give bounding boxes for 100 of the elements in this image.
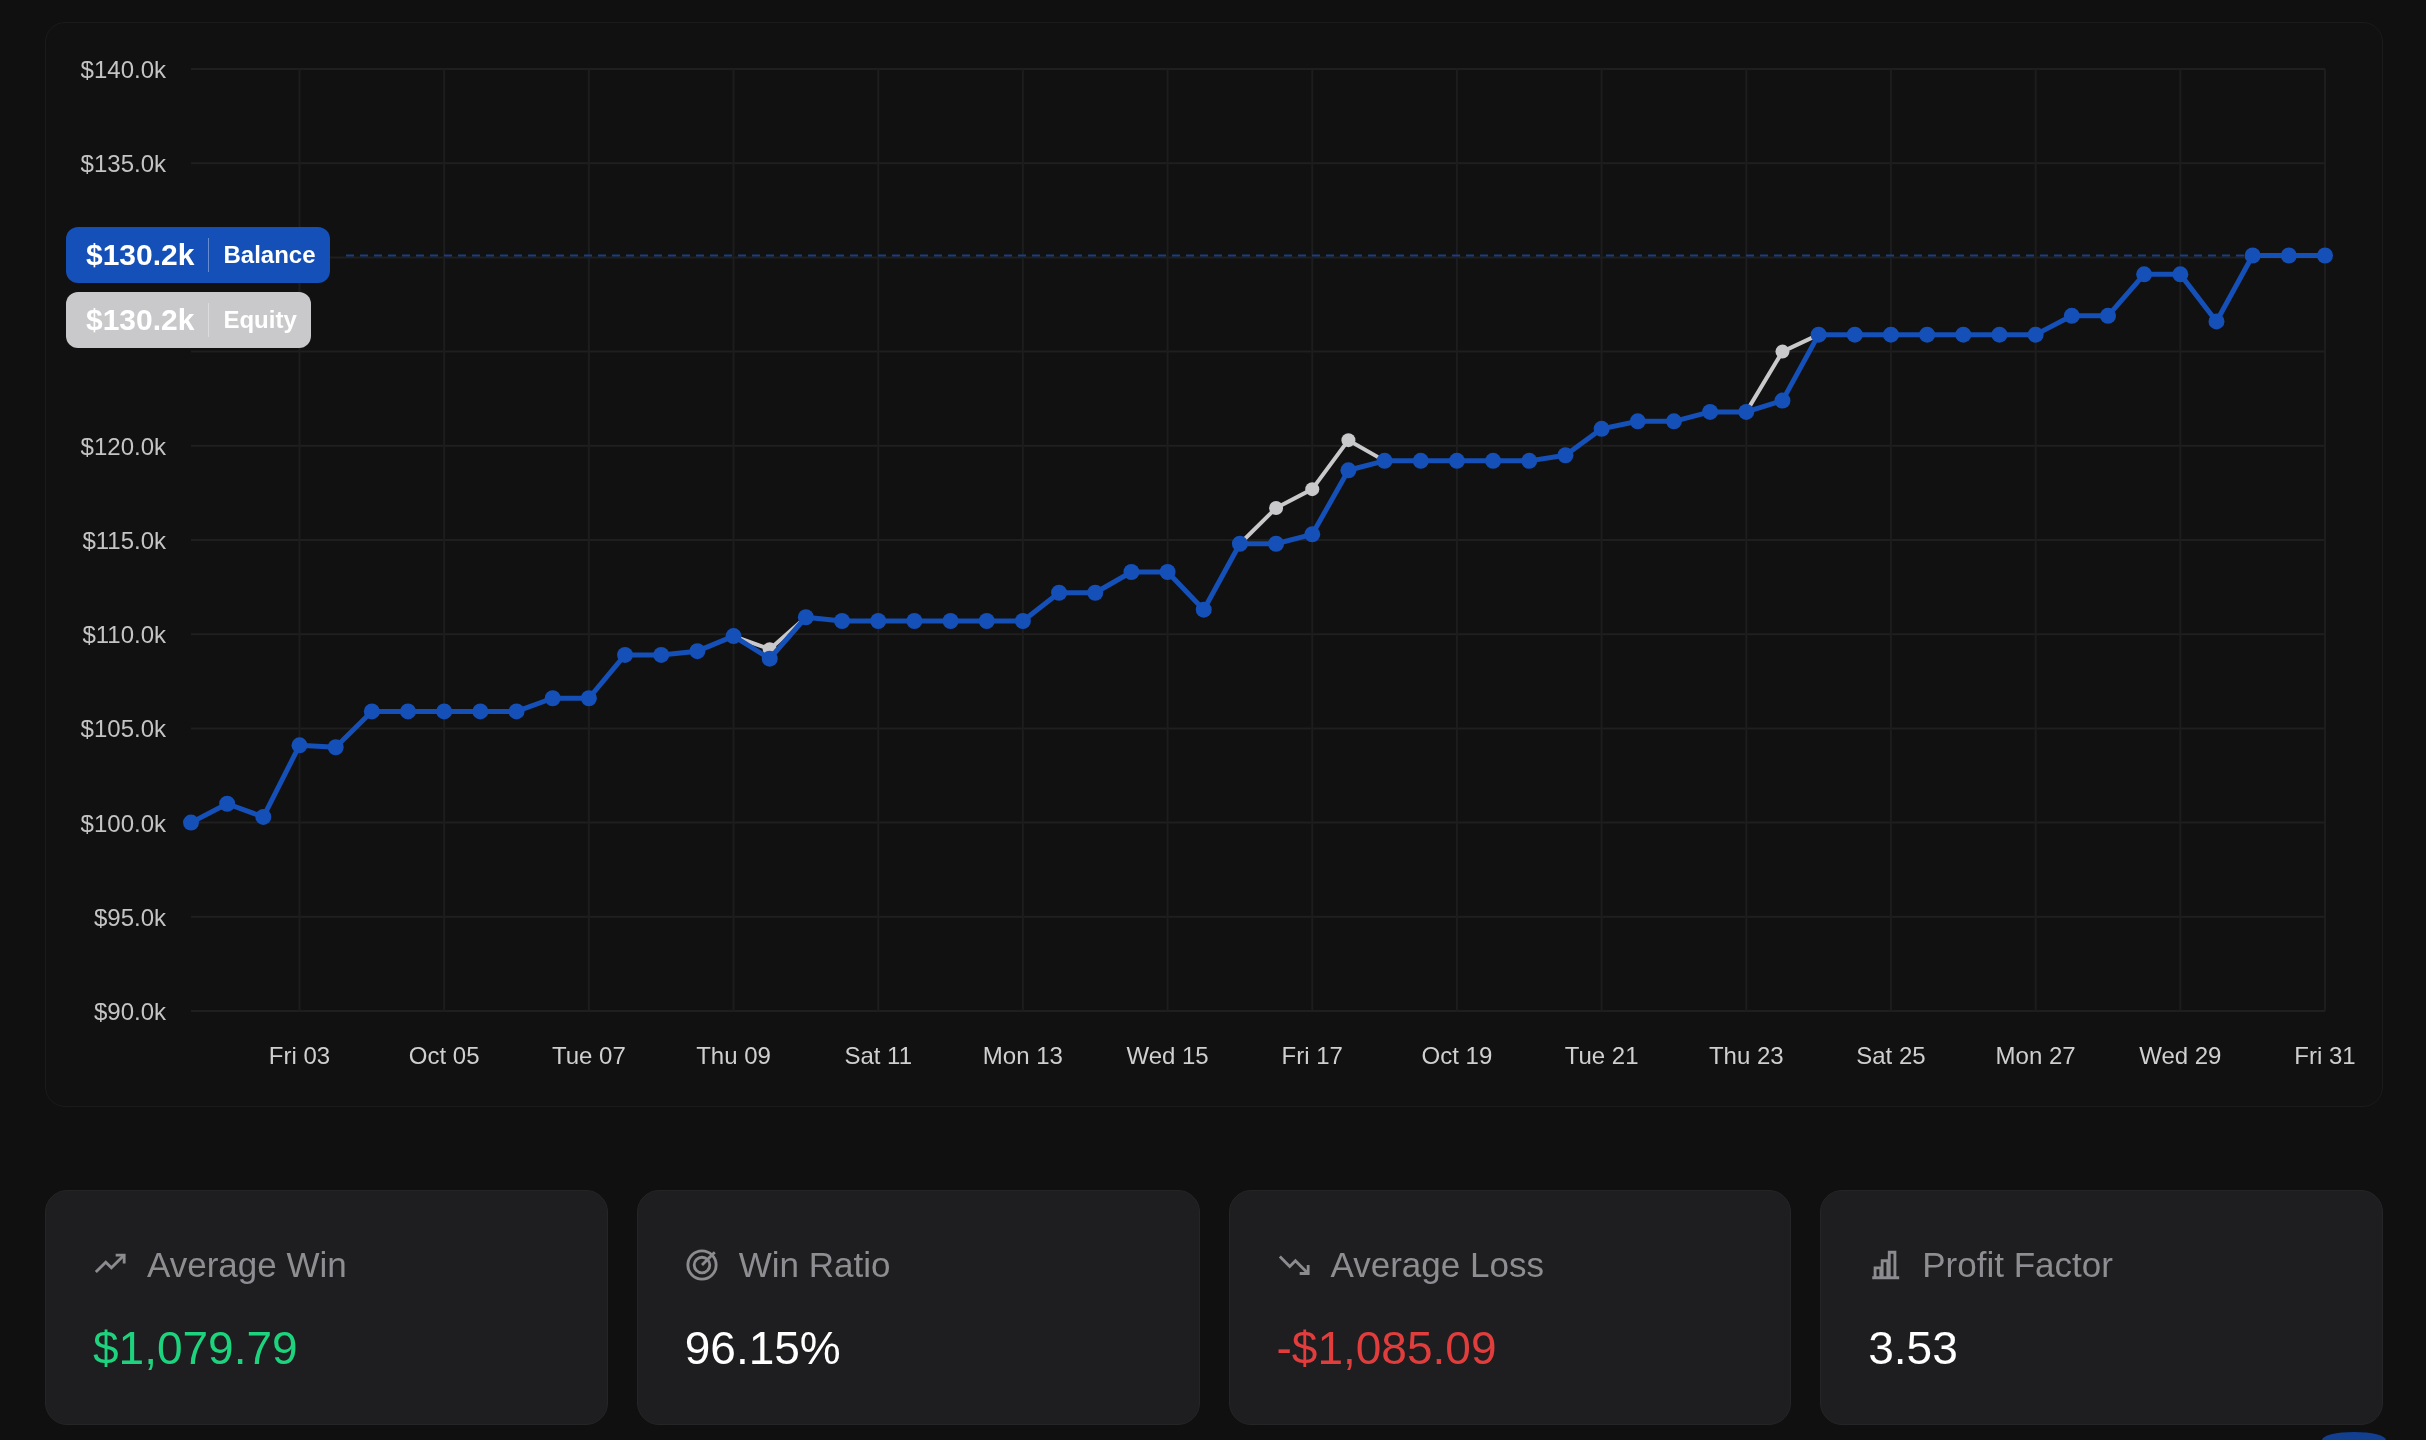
axis-label: Fri 17 [1281,1042,1343,1069]
data-point [2136,266,2153,283]
data-point [1665,413,1682,430]
badge-label: Balance [222,241,316,269]
data-point [978,613,995,629]
stat-value: 96.15% [684,1321,842,1375]
stat-value: $1,079.79 [93,1321,299,1375]
data-point [653,646,670,663]
axis-label: Sat 11 [844,1042,913,1069]
data-point [2172,266,2189,283]
axis-label: $105.0k [80,715,166,743]
axis-label: $90.0k [93,998,166,1025]
stat-title: Average Loss [1330,1245,1544,1285]
axis-label: $95.0k [93,903,166,931]
stat-title: Average Win [147,1245,347,1285]
axis-label: $110.0k [82,621,166,649]
data-point [291,737,308,754]
axis-label: Tue 21 [1564,1042,1639,1069]
data-point [1195,601,1212,618]
data-point [1123,564,1140,581]
data-point [544,690,561,707]
data-point [2100,307,2116,324]
stat-value: 3.53 [1868,1321,1959,1375]
data-point [1304,526,1321,543]
data-point [2208,313,2225,330]
data-point [183,814,199,831]
data-point [219,795,236,812]
axis-label: $115.0k [82,527,166,554]
data-point [797,609,814,626]
axis-label: Wed 29 [2139,1042,2222,1069]
data-point [942,613,959,629]
data-point [834,613,851,629]
axis-label: Wed 15 [1126,1042,1209,1069]
axis-label: Mon 27 [1995,1042,2076,1069]
data-point [1341,433,1356,448]
data-point [400,703,416,720]
axis-label: $140.0k [80,56,166,83]
data-point [508,703,525,720]
axis-label: $100.0k [80,809,166,837]
data-point [1774,392,1791,409]
data-point [1269,500,1284,515]
data-point [1846,326,1863,343]
data-point [363,703,380,720]
data-point [436,703,453,720]
axis-label: $135.0k [80,150,166,178]
axis-label: Oct 05 [408,1042,480,1069]
axis-label: Tue 07 [551,1042,626,1069]
data-point [1268,535,1285,552]
data-point [327,739,344,756]
data-point [2317,247,2333,264]
data-point [1882,326,1899,343]
data-point [1305,482,1320,497]
data-point [1051,584,1068,601]
axis-label: $120.0k [80,432,166,460]
data-point [1629,413,1646,430]
data-point [617,646,634,663]
data-point [1014,613,1031,629]
axis-label: Fri 31 [2294,1042,2356,1069]
data-point [255,808,272,825]
data-point [870,613,887,629]
data-point [2280,247,2297,264]
data-point [2244,247,2261,264]
floating-button[interactable] [2322,1432,2386,1440]
data-point [725,628,742,645]
data-point [1231,535,1248,552]
data-point [1991,326,2008,343]
data-point [1448,452,1465,469]
data-point [1919,326,1936,343]
axis-label: Mon 13 [982,1042,1063,1069]
data-point [580,690,597,707]
data-point [1557,447,1574,464]
data-point [1738,403,1755,420]
data-point [906,613,923,629]
data-point [1340,462,1357,479]
target-icon [684,1248,719,1282]
data-point [1810,326,1827,343]
axis-label: Thu 09 [696,1042,771,1069]
data-point [2063,307,2080,324]
stat-title: Profit Factor [1922,1245,2113,1285]
data-point [1412,452,1429,469]
stat-value: -$1,085.09 [1276,1321,1498,1375]
data-point [1521,452,1538,469]
data-point [472,703,489,720]
data-point [1955,326,1972,343]
data-point [1593,420,1610,437]
data-point [2027,326,2044,343]
data-point [1775,344,1790,359]
data-point [689,643,706,660]
data-point [1087,584,1104,601]
badge-value: $130.2k [86,238,210,272]
data-point [1702,403,1719,420]
axis-label: Oct 19 [1421,1042,1493,1069]
stat-title: Win Ratio [738,1245,891,1285]
axis-label: Sat 25 [1856,1042,1926,1069]
data-point [1485,452,1502,469]
axis-label: Thu 23 [1708,1042,1784,1069]
data-point [1376,452,1393,469]
data-point [761,650,778,667]
data-point [1159,564,1176,581]
axis-label: Fri 03 [268,1042,331,1069]
